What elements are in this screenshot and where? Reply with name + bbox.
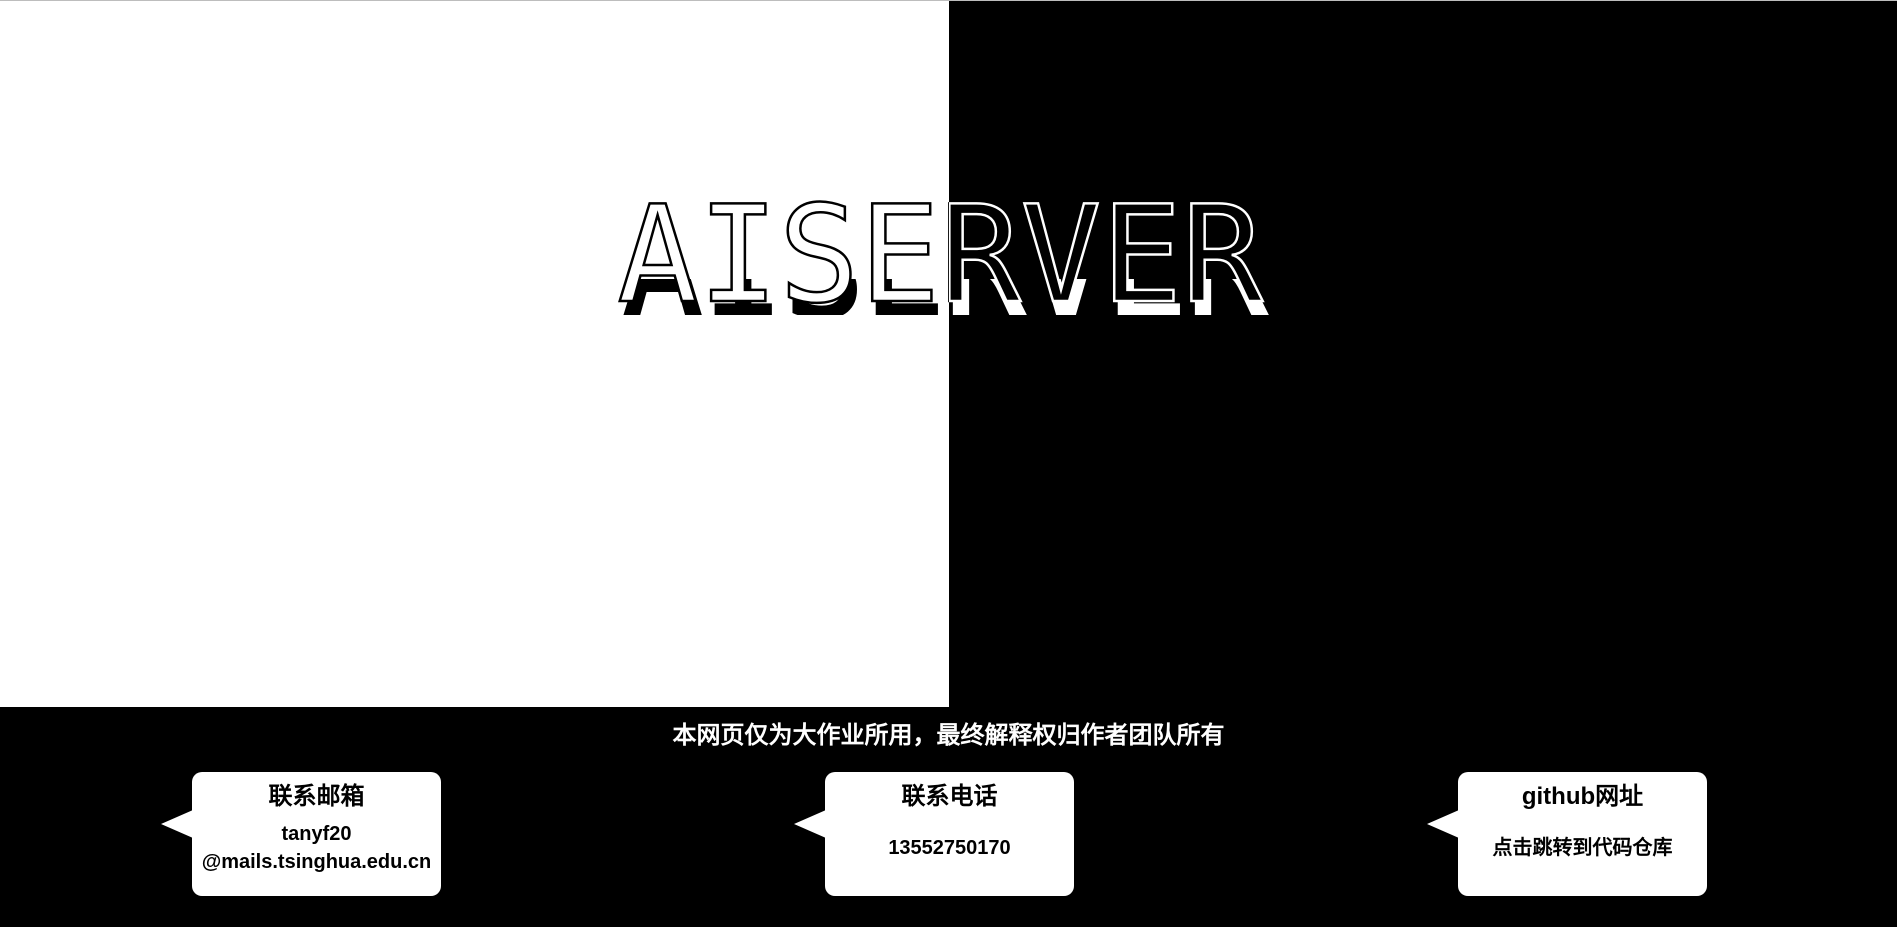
contact-email-value-line2: @mails.tsinghua.edu.cn: [201, 851, 432, 873]
contact-email-value-line1: tanyf20: [281, 823, 352, 845]
contact-phone-value: 13552750170: [888, 837, 1011, 859]
hero-section: AISERVER AISERVER AISERVER AISERVER: [0, 0, 1897, 707]
github-title: github网址: [1521, 783, 1644, 810]
contact-email-card: 联系邮箱 tanyf20 @mails.tsinghua.edu.cn: [161, 772, 441, 896]
github-card[interactable]: github网址 点击跳转到代码仓库: [1427, 772, 1707, 896]
app-root: AISERVER AISERVER AISERVER AISERVER 本网页仅…: [0, 0, 1897, 927]
contact-phone-title: 联系电话: [901, 783, 998, 810]
footer: 本网页仅为大作业所用，最终解释权归作者团队所有 联系邮箱 tanyf20 @ma…: [0, 707, 1897, 927]
contact-phone-card: 联系电话 13552750170: [794, 772, 1074, 896]
github-repo-link[interactable]: 点击跳转到代码仓库: [1458, 834, 1707, 862]
hero-title-graphic: AISERVER AISERVER AISERVER AISERVER: [616, 176, 1269, 335]
speech-bubble-pointer: [161, 810, 193, 838]
contact-email-title: 联系邮箱: [268, 783, 365, 810]
footer-disclaimer: 本网页仅为大作业所用，最终解释权归作者团队所有: [672, 722, 1225, 749]
speech-bubble-pointer: [1427, 810, 1459, 838]
speech-bubble-pointer: [794, 810, 826, 838]
